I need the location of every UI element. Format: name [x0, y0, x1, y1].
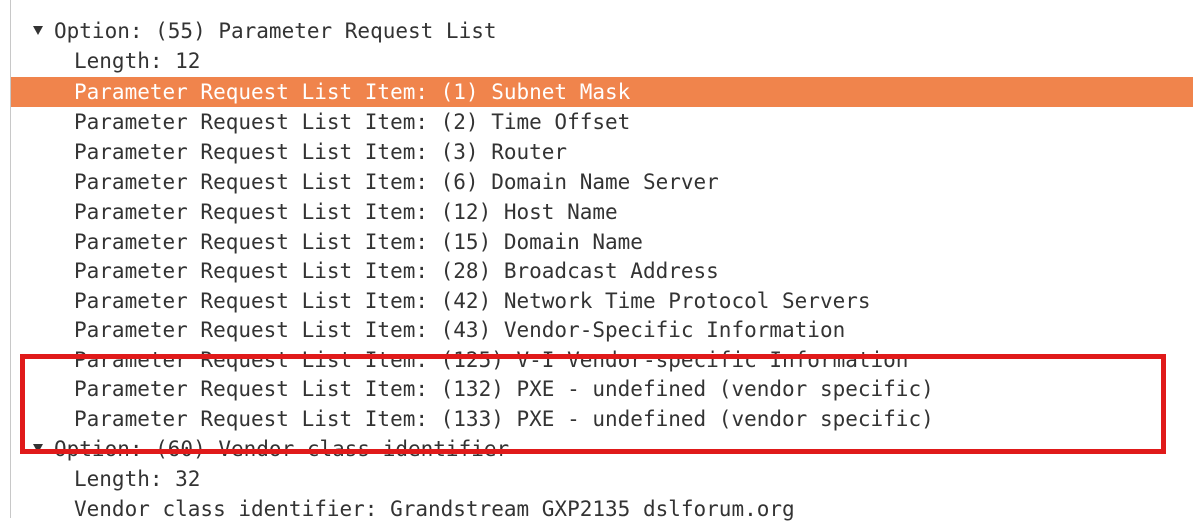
tree-row-vendor-class[interactable]: Vendor class identifier: Grandstream GXP…	[11, 494, 1193, 524]
tree-row-label: Vendor class identifier: Grandstream GXP…	[74, 497, 795, 521]
tree-row-option-55[interactable]: Option: (55) Parameter Request List	[11, 16, 1193, 46]
tree-row-label: Length: 12	[74, 49, 201, 73]
tree-row-selected[interactable]: Parameter Request List Item: (1) Subnet …	[11, 77, 1193, 107]
tree-row-label: Parameter Request List Item: (6) Domain …	[74, 170, 719, 194]
annotation-highlight-box	[20, 354, 1166, 454]
tree-row-label: Parameter Request List Item: (42) Networ…	[74, 289, 871, 313]
tree-row-param-item[interactable]: Parameter Request List Item: (15) Domain…	[11, 227, 1193, 257]
tree-row-param-item[interactable]: Parameter Request List Item: (3) Router	[11, 137, 1193, 167]
tree-row-label: Option: (55) Parameter Request List	[54, 19, 497, 43]
tree-row-param-item[interactable]: Parameter Request List Item: (42) Networ…	[11, 286, 1193, 316]
tree-row-label: Parameter Request List Item: (2) Time Of…	[74, 110, 631, 134]
triangle-down-icon[interactable]	[33, 26, 43, 35]
tree-row-label: Parameter Request List Item: (28) Broadc…	[74, 259, 719, 283]
tree-row-label: Length: 32	[74, 467, 201, 491]
tree-row-param-item[interactable]: Parameter Request List Item: (43) Vendor…	[11, 315, 1193, 345]
tree-row-label: Parameter Request List Item: (12) Host N…	[74, 200, 618, 224]
tree-row-clipped	[11, 0, 1193, 8]
tree-row-param-item[interactable]: Parameter Request List Item: (2) Time Of…	[11, 107, 1193, 137]
tree-row-label: Parameter Request List Item: (15) Domain…	[74, 230, 643, 254]
tree-row-label: Parameter Request List Item: (1) Subnet …	[74, 80, 631, 104]
tree-row-param-item[interactable]: Parameter Request List Item: (6) Domain …	[11, 167, 1193, 197]
tree-row-length[interactable]: Length: 32	[11, 464, 1193, 494]
tree-row-label: Parameter Request List Item: (43) Vendor…	[74, 318, 846, 342]
tree-row-param-item[interactable]: Parameter Request List Item: (12) Host N…	[11, 197, 1193, 227]
tree-row-param-item[interactable]: Parameter Request List Item: (28) Broadc…	[11, 256, 1193, 286]
tree-row-label: Parameter Request List Item: (3) Router	[74, 140, 568, 164]
tree-row-length[interactable]: Length: 12	[11, 46, 1193, 76]
